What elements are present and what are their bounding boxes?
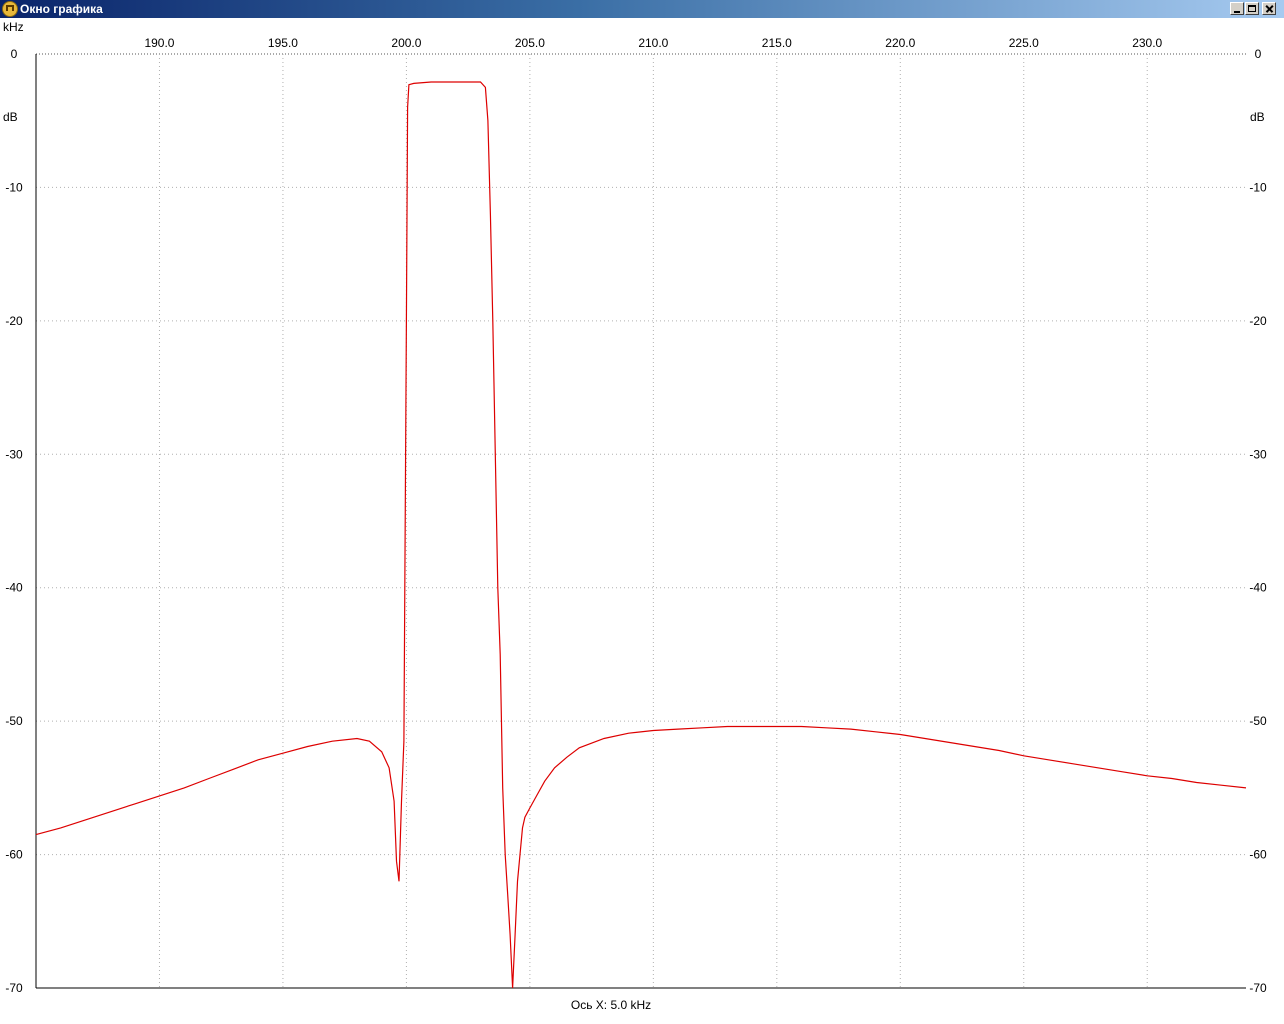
y-tick-label-right: -10 <box>1249 180 1267 194</box>
response-curve <box>35 81 1247 989</box>
y-tick-label-left: 0 <box>11 47 18 61</box>
y-tick-label-right: -40 <box>1249 581 1267 595</box>
x-tick-label: 205.0 <box>515 36 545 50</box>
y-tick-label-right: -50 <box>1249 714 1267 728</box>
y-tick-label-right: -30 <box>1249 447 1267 461</box>
x-tick-label: 210.0 <box>638 36 668 50</box>
grid <box>36 53 1246 988</box>
y-unit-label-left: dB <box>3 110 18 124</box>
y-tick-label-right: -60 <box>1249 848 1267 862</box>
y-tick-label-right: 0 <box>1255 47 1262 61</box>
y-unit-label-right: dB <box>1250 110 1265 124</box>
x-tick-label: 230.0 <box>1132 36 1162 50</box>
filter-response-chart: 190.0 195.0 200.0 205.0 210.0 215.0 220.0 225.0… <box>3 20 1267 1012</box>
y-tick-label-left: -10 <box>5 180 23 194</box>
x-unit-label-top: kHz <box>3 20 24 34</box>
tick-labels: 190.0 195.0 200.0 205.0 210.0 215.0 220.0 225.0… <box>5 36 1267 995</box>
y-tick-label-left: -30 <box>5 447 23 461</box>
y-tick-label-right: -20 <box>1249 314 1267 328</box>
x-axis-footer: Ось X: 5.0 kHz <box>571 998 651 1012</box>
y-tick-label-left: -50 <box>5 714 23 728</box>
y-tick-label-left: -20 <box>5 314 23 328</box>
y-tick-label-left: -60 <box>5 848 23 862</box>
x-tick-label: 200.0 <box>391 36 421 50</box>
x-tick-label: 215.0 <box>762 36 792 50</box>
y-tick-label-right: -70 <box>1249 981 1267 995</box>
x-tick-label: 220.0 <box>885 36 915 50</box>
x-tick-label: 190.0 <box>144 36 174 50</box>
x-tick-label: 195.0 <box>268 36 298 50</box>
y-tick-label-left: -40 <box>5 581 23 595</box>
x-tick-label: 225.0 <box>1009 36 1039 50</box>
y-tick-label-left: -70 <box>5 981 23 995</box>
